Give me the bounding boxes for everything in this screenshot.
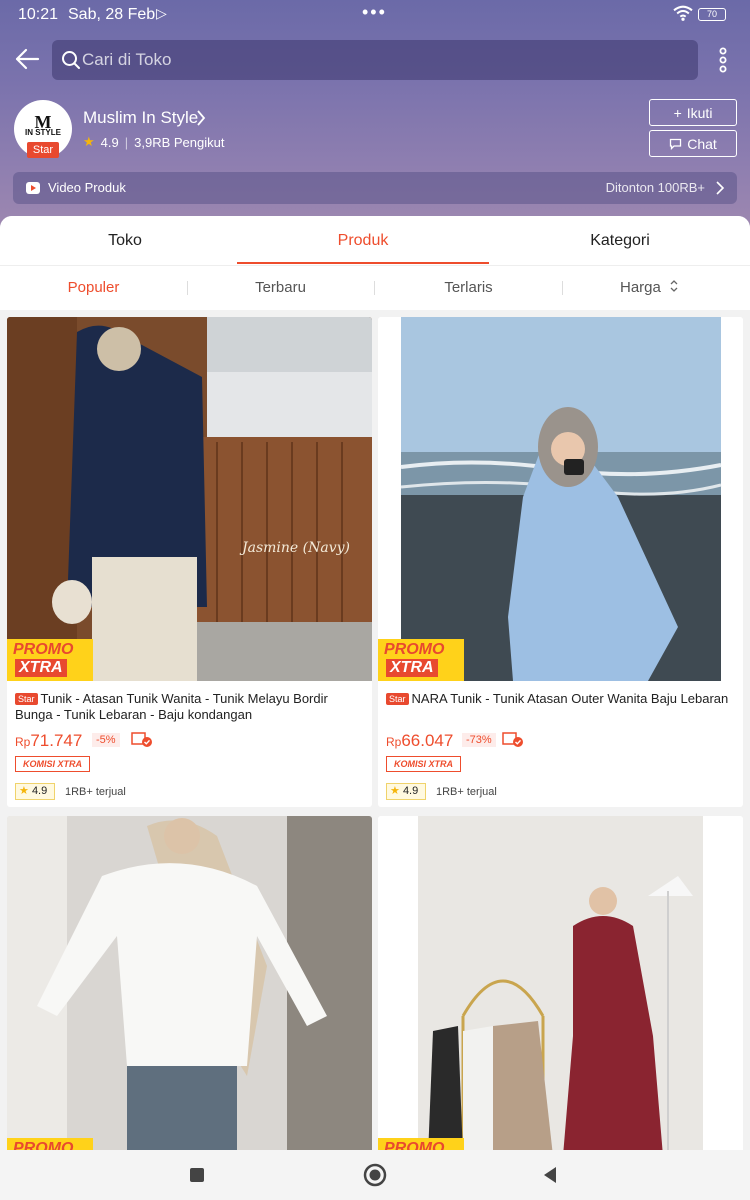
status-time: 10:21	[18, 6, 59, 23]
product-card[interactable]	[378, 816, 743, 1150]
shop-search-bar[interactable]	[52, 40, 698, 80]
product-rating: 4.9	[402, 785, 419, 797]
sold-count: 1RB+ terjual	[65, 786, 126, 798]
sold-count: 1RB+ terjual	[436, 786, 497, 798]
product-price: Rp66.047	[386, 731, 453, 751]
product-image	[378, 317, 743, 681]
back-arrow-icon[interactable]	[14, 46, 40, 72]
plus-icon: +	[673, 104, 682, 121]
video-views: Ditonton 100RB+	[605, 180, 705, 195]
battery-icon: 70	[698, 8, 726, 21]
komisi-xtra-badge: KOMISI XTRA	[15, 756, 90, 772]
status-bar: 10:21 Sab, 28 Feb ▷ ••• 70	[0, 0, 750, 30]
free-shipping-icon	[131, 732, 152, 747]
search-input[interactable]	[82, 40, 682, 80]
search-icon	[62, 51, 80, 69]
meta-divider: |	[124, 134, 129, 150]
tab-produk[interactable]: Produk	[238, 232, 488, 250]
shop-tabs: Toko Produk Kategori	[0, 216, 750, 266]
rating-badge: ★ 4.9	[15, 783, 55, 800]
product-title-text: Tunik - Atasan Tunik Wanita - Tunik Mela…	[15, 691, 328, 722]
shop-meta: ★ 4.9 | 3,9RB Pengikut	[83, 134, 224, 150]
wifi-icon	[673, 5, 693, 21]
tab-toko[interactable]: Toko	[0, 232, 250, 250]
product-image: Jasmine (Navy)	[7, 317, 372, 681]
promo-xtra-badge: PROMO XTRA	[7, 639, 93, 681]
chat-bubble-icon	[670, 138, 682, 150]
active-tab-indicator	[237, 262, 489, 264]
product-image	[378, 816, 743, 1150]
promo-line2: XTRA	[15, 659, 67, 677]
sort-updown-icon	[670, 280, 678, 292]
chevron-right-icon[interactable]	[195, 108, 207, 128]
chat-label: Chat	[687, 135, 717, 152]
promo-line1: PROMO	[13, 1140, 74, 1150]
star-icon: ★	[390, 785, 400, 797]
komisi-xtra-badge: KOMISI XTRA	[386, 756, 461, 772]
promo-line2: XTRA	[386, 659, 438, 677]
shop-logo-sub: IN STYLE	[24, 128, 61, 137]
product-card[interactable]	[7, 816, 372, 1150]
star-icon: ★	[83, 134, 95, 149]
currency: Rp	[15, 735, 31, 749]
product-card[interactable]: Jasmine (Navy) PROMO XTRA Star Tunik - At…	[7, 317, 372, 807]
promo-xtra-badge: PROMO XTRA	[378, 639, 464, 681]
price-value: 71.747	[30, 731, 83, 750]
photo-caption: Jasmine (Navy)	[239, 540, 350, 556]
shop-rating: 4.9	[100, 134, 119, 150]
more-options-icon[interactable]	[714, 46, 732, 74]
price-value: 66.047	[401, 731, 454, 750]
promo-line1: PROMO	[384, 641, 445, 658]
video-play-icon	[26, 182, 40, 194]
star-seller-badge: Star	[27, 142, 59, 158]
back-nav-icon[interactable]	[538, 1163, 562, 1187]
follow-button[interactable]: + Ikuti	[649, 99, 737, 126]
video-products-bar[interactable]: Video Produk Ditonton 100RB+	[13, 172, 737, 204]
shop-followers: 3,9RB Pengikut	[134, 134, 225, 150]
sort-harga[interactable]: Harga	[556, 279, 743, 296]
recents-icon[interactable]	[185, 1163, 209, 1187]
product-title: Star NARA Tunik - Tunik Atasan Outer Wani…	[386, 691, 734, 707]
sort-terbaru[interactable]: Terbaru	[187, 279, 374, 296]
star-seller-tag: Star	[15, 693, 38, 705]
multitask-dots-icon: •••	[362, 2, 387, 22]
product-title-text: NARA Tunik - Tunik Atasan Outer Wanita B…	[411, 691, 729, 706]
sort-populer[interactable]: Populer	[0, 279, 187, 296]
content-panel: Toko Produk Kategori Populer Terbaru Ter…	[0, 216, 750, 1150]
promo-line1: PROMO	[384, 1140, 445, 1150]
star-seller-tag: Star	[386, 693, 409, 705]
sort-bar: Populer Terbaru Terlaris Harga	[0, 266, 750, 310]
promo-xtra-badge: PROMO	[7, 1138, 93, 1150]
follow-label: Ikuti	[686, 104, 713, 121]
product-title: Star Tunik - Atasan Tunik Wanita - Tunik …	[15, 691, 363, 723]
chat-button[interactable]: Chat	[649, 130, 737, 157]
shop-header: 10:21 Sab, 28 Feb ▷ ••• 70 M IN STYLE St…	[0, 0, 750, 240]
free-shipping-icon	[502, 732, 523, 747]
chevron-right-icon	[716, 181, 725, 195]
star-icon: ★	[19, 785, 29, 797]
status-date: Sab, 28 Feb	[68, 6, 156, 23]
currency: Rp	[386, 735, 402, 749]
tab-kategori[interactable]: Kategori	[495, 232, 745, 250]
discount-badge: -73%	[462, 733, 496, 747]
product-image	[7, 816, 372, 1150]
system-nav-bar	[0, 1150, 750, 1200]
product-price: Rp71.747	[15, 731, 82, 751]
product-rating: 4.9	[31, 785, 48, 797]
play-store-icon: ▷	[156, 5, 167, 21]
sort-harga-label: Harga	[619, 279, 661, 296]
video-label: Video Produk	[48, 180, 126, 195]
sort-terlaris[interactable]: Terlaris	[375, 279, 562, 296]
shop-name[interactable]: Muslim In Style	[83, 108, 198, 128]
promo-xtra-badge: PROMO	[378, 1138, 464, 1150]
product-card[interactable]: PROMO XTRA Star NARA Tunik - Tunik Atasan…	[378, 317, 743, 807]
home-icon[interactable]	[363, 1163, 387, 1187]
discount-badge: -5%	[92, 733, 120, 747]
promo-line1: PROMO	[13, 641, 74, 658]
rating-badge: ★ 4.9	[386, 783, 426, 800]
